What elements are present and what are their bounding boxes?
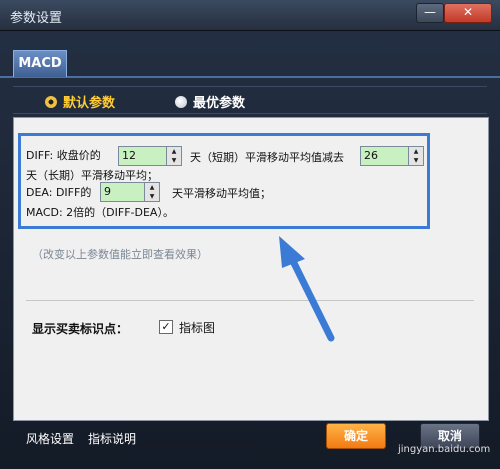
- annotation-arrow-icon: [279, 236, 335, 342]
- watermark: jingyan.baidu.com: [398, 444, 491, 455]
- parameter-settings-window: 参数设置 — ✕ MACD 默认参数 最优参数 DIFF: 收盘价的 12 ▲ …: [0, 0, 500, 469]
- indicator-help-link[interactable]: 指标说明: [88, 430, 136, 447]
- ok-button[interactable]: 确定: [326, 423, 386, 449]
- style-settings-link[interactable]: 风格设置: [26, 430, 74, 447]
